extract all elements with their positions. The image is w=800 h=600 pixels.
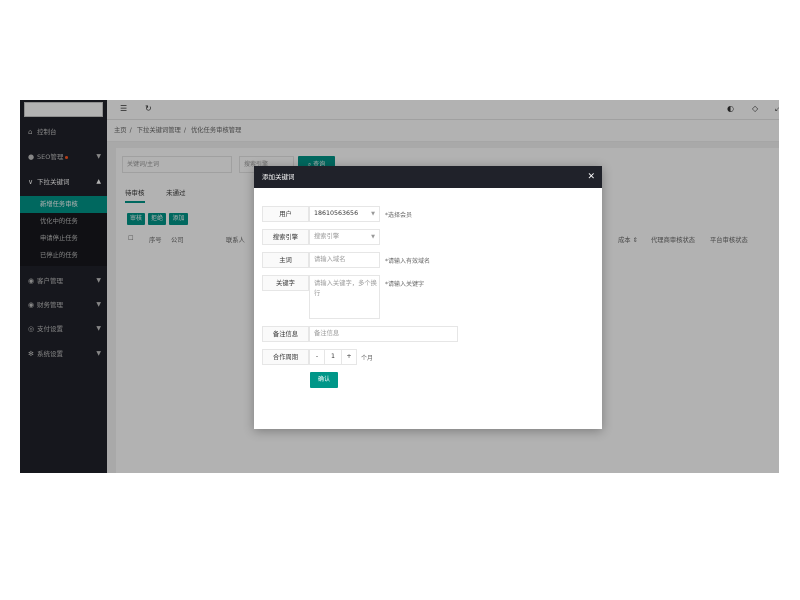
confirm-button[interactable]: 确认	[310, 372, 338, 388]
user-label: 用户	[262, 206, 309, 222]
user-hint: *选择会员	[385, 212, 413, 219]
close-icon[interactable]: ✕	[587, 166, 595, 188]
mainword-hint: *请输入有效域名	[385, 258, 431, 265]
engine-select[interactable]: 搜索引擎 ▼	[309, 229, 380, 245]
user-select[interactable]: 18610563656 ▼	[309, 206, 380, 222]
period-unit: 个月	[361, 355, 374, 362]
decrement-button[interactable]: -	[310, 350, 325, 364]
add-keyword-dialog: 添加关键词 ✕ 用户 18610563656 ▼ *选择会员 搜索引擎 搜索引擎…	[254, 166, 602, 429]
period-label: 合作周期	[262, 349, 309, 365]
keyword-hint: *请输入关键字	[385, 281, 425, 288]
chevron-down-icon: ▼	[371, 234, 375, 240]
keyword-label: 关键字	[262, 275, 309, 291]
period-value[interactable]: 1	[325, 350, 341, 364]
remark-input[interactable]: 备注信息	[309, 326, 458, 342]
increment-button[interactable]: +	[341, 350, 356, 364]
mainword-input[interactable]: 请输入域名	[309, 252, 380, 268]
chevron-down-icon: ▼	[371, 211, 375, 217]
period-stepper: - 1 +	[309, 349, 357, 365]
remark-label: 备注信息	[262, 326, 309, 342]
dialog-title-bar: 添加关键词 ✕	[254, 166, 602, 188]
keyword-textarea[interactable]: 请输入关键字，多个换行	[309, 275, 380, 319]
dialog-title: 添加关键词	[262, 173, 295, 181]
engine-label: 搜索引擎	[262, 229, 309, 245]
mainword-label: 主词	[262, 252, 309, 268]
